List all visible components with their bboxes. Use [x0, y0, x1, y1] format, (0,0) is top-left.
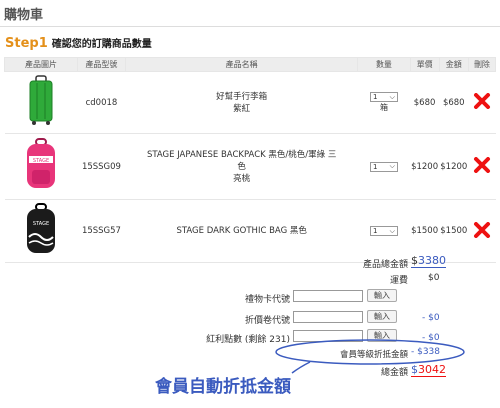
gift-card-submit-button[interactable]: 輸入 [367, 289, 397, 302]
title-divider [0, 26, 500, 27]
step-heading: Step1 確認您的訂購商品數量 [5, 35, 152, 51]
backpack-image[interactable]: STAGE [23, 138, 59, 192]
quantity-value: 1 [372, 162, 378, 171]
qty-cell: 1 ⌵ [357, 133, 410, 200]
delete-icon[interactable] [473, 93, 491, 109]
coupon-submit-button[interactable]: 輸入 [367, 310, 397, 323]
table-row: cd0018 好幫手行李箱 紫紅 1 ⌵ 箱 $680 $680 [4, 71, 496, 134]
unit-price: $1200 [410, 133, 440, 200]
quantity-value: 1 [372, 227, 378, 235]
unit-price: $680 [410, 71, 440, 134]
total-currency: $ [411, 363, 418, 376]
step-text: 確認您的訂購商品數量 [51, 39, 152, 50]
total-label: 總金額 [380, 368, 408, 378]
product-variant: 亮桃 [233, 173, 251, 184]
chevron-down-icon: ⌵ [389, 162, 395, 170]
delete-cell [468, 199, 496, 263]
line-amount: $1200 [439, 133, 469, 200]
quantity-select[interactable]: 1 ⌵ [369, 161, 398, 172]
product-image-cell: STAGE [4, 199, 78, 263]
quantity-unit: 箱 [379, 103, 388, 112]
qty-cell: 1 ⌵ [357, 199, 410, 263]
product-model: 15SSG09 [77, 133, 126, 200]
coupon-label: 折價卷代號 [244, 316, 290, 326]
svg-text:STAGE: STAGE [33, 221, 49, 227]
qty-cell: 1 ⌵ 箱 [357, 71, 410, 134]
header-price: 單價 [409, 57, 440, 72]
quantity-select[interactable]: 1 ⌵ [369, 92, 398, 102]
product-image-cell: STAGE [4, 133, 78, 200]
header-delete: 刪除 [467, 57, 497, 72]
delete-icon[interactable] [473, 157, 491, 173]
subtotal-label: 產品總金額 [362, 260, 408, 270]
annotation-caption: 會員自動折抵金額 [155, 377, 291, 397]
product-model: cd0018 [77, 71, 126, 134]
member-discount-label: 會員等級折抵金額 [339, 350, 408, 360]
product-name[interactable]: STAGE DARK GOTHIC BAG 黑色 [125, 199, 358, 263]
subtotal-value: $3380 [411, 254, 446, 268]
total-value: $3042 [411, 363, 446, 377]
product-variant: 紫紅 [233, 103, 251, 114]
chevron-down-icon: ⌵ [389, 92, 395, 101]
step-number: Step1 [5, 36, 48, 51]
shipping-value: $0 [428, 273, 440, 283]
shipping-label: 運費 [389, 276, 408, 286]
line-amount: $680 [439, 71, 469, 134]
table-row: STAGE 15SSG09 STAGE JAPANESE BACKPACK 黑色… [4, 133, 496, 200]
quantity-value: 1 [372, 93, 378, 101]
delete-cell [468, 133, 496, 200]
gift-card-input[interactable] [293, 290, 363, 302]
header-qty: 數量 [357, 57, 411, 72]
header-model: 產品型號 [76, 57, 126, 72]
header-amount: 金額 [438, 57, 469, 72]
delete-cell [468, 71, 496, 134]
chevron-down-icon: ⌵ [389, 226, 395, 235]
cart-table: 產品圖片 產品型號 產品名稱 數量 單價 金額 刪除 cd0018 好幫手行李箱 [4, 57, 497, 263]
product-name-line: STAGE JAPANESE BACKPACK 黑色/桃色/軍綠 三 [146, 149, 337, 160]
product-model: 15SSG57 [77, 199, 126, 263]
product-image-cell [4, 71, 78, 134]
suitcase-image[interactable] [26, 75, 56, 127]
coupon-input[interactable] [293, 311, 363, 323]
product-name[interactable]: STAGE JAPANESE BACKPACK 黑色/桃色/軍綠 三 色 亮桃 [125, 133, 358, 200]
table-header-row: 產品圖片 產品型號 產品名稱 數量 單價 金額 刪除 [4, 57, 497, 72]
total-amount: 3042 [418, 363, 446, 376]
product-name-line: STAGE DARK GOTHIC BAG 黑色 [176, 226, 307, 236]
header-name: 產品名稱 [124, 57, 359, 72]
member-discount-value: - $338 [411, 347, 441, 357]
svg-text:STAGE: STAGE [33, 158, 49, 164]
subtotal-amount: 3380 [418, 254, 446, 267]
quantity-select[interactable]: 1 ⌵ [369, 226, 398, 236]
subtotal-currency: $ [411, 254, 418, 267]
product-name-line: 色 [237, 161, 246, 172]
gothic-bag-image[interactable]: STAGE [23, 202, 59, 257]
product-name-line: 好幫手行李箱 [216, 91, 268, 102]
gift-card-label: 禮物卡代號 [244, 295, 290, 305]
delete-icon[interactable] [473, 221, 491, 238]
coupon-discount-value: - $0 [422, 313, 440, 323]
page-title: 購物車 [4, 8, 44, 23]
product-name[interactable]: 好幫手行李箱 紫紅 [125, 71, 358, 134]
header-image: 產品圖片 [4, 57, 78, 72]
